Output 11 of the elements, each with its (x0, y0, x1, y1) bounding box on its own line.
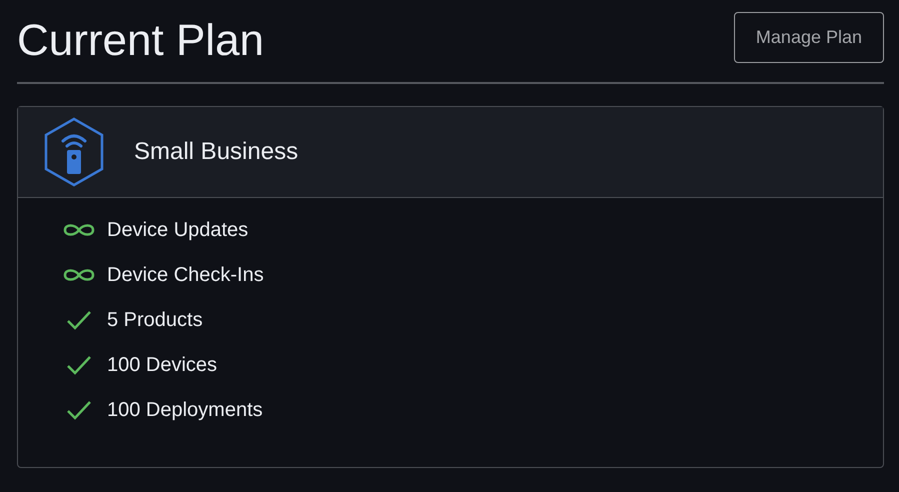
page-title: Current Plan (17, 16, 264, 66)
feature-label: 100 Deployments (107, 398, 263, 422)
feature-label: 100 Devices (107, 354, 218, 376)
feature-label: 5 Products (107, 308, 203, 332)
feature-label: Device Updates (107, 218, 248, 242)
infinity-icon (62, 267, 96, 283)
plan-name: Small Business (134, 138, 298, 166)
infinity-icon (62, 222, 96, 238)
manage-plan-button[interactable]: Manage Plan (734, 12, 884, 63)
remote-hexagon-icon (43, 117, 105, 187)
feature-label: Device Check-Ins (107, 264, 264, 286)
